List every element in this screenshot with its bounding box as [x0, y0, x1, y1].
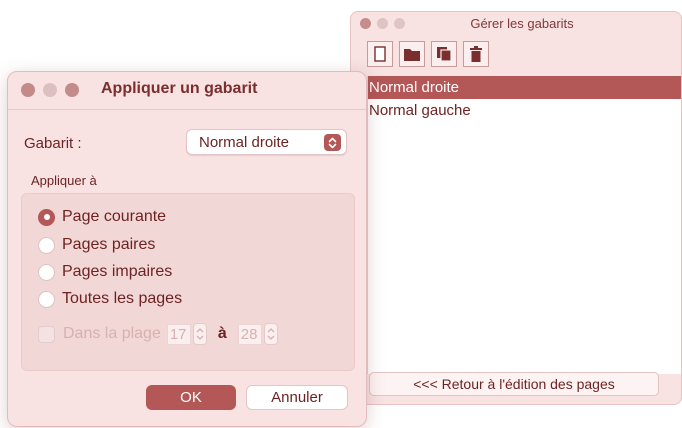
template-select[interactable]: Normal droite	[186, 129, 347, 155]
trash-icon	[469, 46, 483, 62]
range-to-stepper[interactable]	[263, 323, 278, 345]
radio-button[interactable]	[38, 236, 55, 254]
radio-all-pages[interactable]: Toutes les pages	[38, 290, 182, 308]
radio-even-pages[interactable]: Pages paires	[38, 236, 155, 254]
window-title: Gérer les gabarits	[470, 16, 574, 31]
template-list-item[interactable]: Normal droite	[368, 76, 681, 99]
templates-toolbar	[367, 41, 489, 67]
range-to-label: à	[217, 325, 227, 342]
range-from-stepper[interactable]	[192, 323, 207, 345]
page-range-row: Dans la plage 17 à 28	[38, 323, 278, 345]
ok-button[interactable]: OK	[146, 385, 236, 410]
close-window-button[interactable]	[21, 83, 35, 97]
chevron-up-down-icon	[324, 134, 341, 151]
title-separator	[8, 109, 366, 110]
range-to-field[interactable]: 28	[237, 323, 262, 345]
open-template-button[interactable]	[399, 41, 425, 67]
radio-label: Page courante	[62, 208, 167, 225]
apply-template-dialog: Appliquer un gabarit Gabarit : Normal dr…	[7, 71, 367, 427]
radio-odd-pages[interactable]: Pages impaires	[38, 263, 172, 281]
folder-icon	[403, 47, 421, 62]
page-range-checkbox[interactable]	[38, 325, 55, 343]
duplicate-template-button[interactable]	[431, 41, 457, 67]
templates-list[interactable]: Normal droite Normal gauche	[367, 76, 681, 374]
manage-templates-titlebar: Gérer les gabarits	[351, 12, 681, 34]
dialog-title: Appliquer un gabarit	[101, 80, 258, 97]
template-select-value: Normal droite	[199, 134, 290, 151]
apply-to-label: Appliquer à	[31, 173, 97, 188]
apply-to-group: Page courante Pages paires Pages impaire…	[21, 193, 355, 371]
back-to-page-editing-button[interactable]: <<< Retour à l'édition des pages	[369, 372, 659, 396]
radio-label: Toutes les pages	[62, 290, 183, 307]
new-document-icon	[374, 46, 386, 62]
radio-current-page[interactable]: Page courante	[38, 208, 166, 226]
duplicate-icon	[436, 46, 452, 62]
new-template-button[interactable]	[367, 41, 393, 67]
template-label: Gabarit :	[24, 135, 82, 152]
radio-label: Pages paires	[62, 236, 156, 253]
window-controls	[21, 83, 79, 97]
radio-button[interactable]	[38, 263, 55, 281]
radio-button[interactable]	[38, 208, 55, 226]
zoom-window-button[interactable]	[65, 83, 79, 97]
cancel-button[interactable]: Annuler	[246, 385, 348, 410]
minimize-window-button[interactable]	[43, 83, 57, 97]
range-from-field[interactable]: 17	[166, 323, 191, 345]
template-list-item[interactable]: Normal gauche	[368, 99, 681, 122]
delete-template-button[interactable]	[463, 41, 489, 67]
page-range-label: Dans la plage	[63, 325, 161, 342]
manage-templates-window: Gérer les gabarits Normal droite Normal …	[350, 11, 682, 405]
radio-button[interactable]	[38, 290, 55, 308]
radio-label: Pages impaires	[62, 263, 173, 280]
